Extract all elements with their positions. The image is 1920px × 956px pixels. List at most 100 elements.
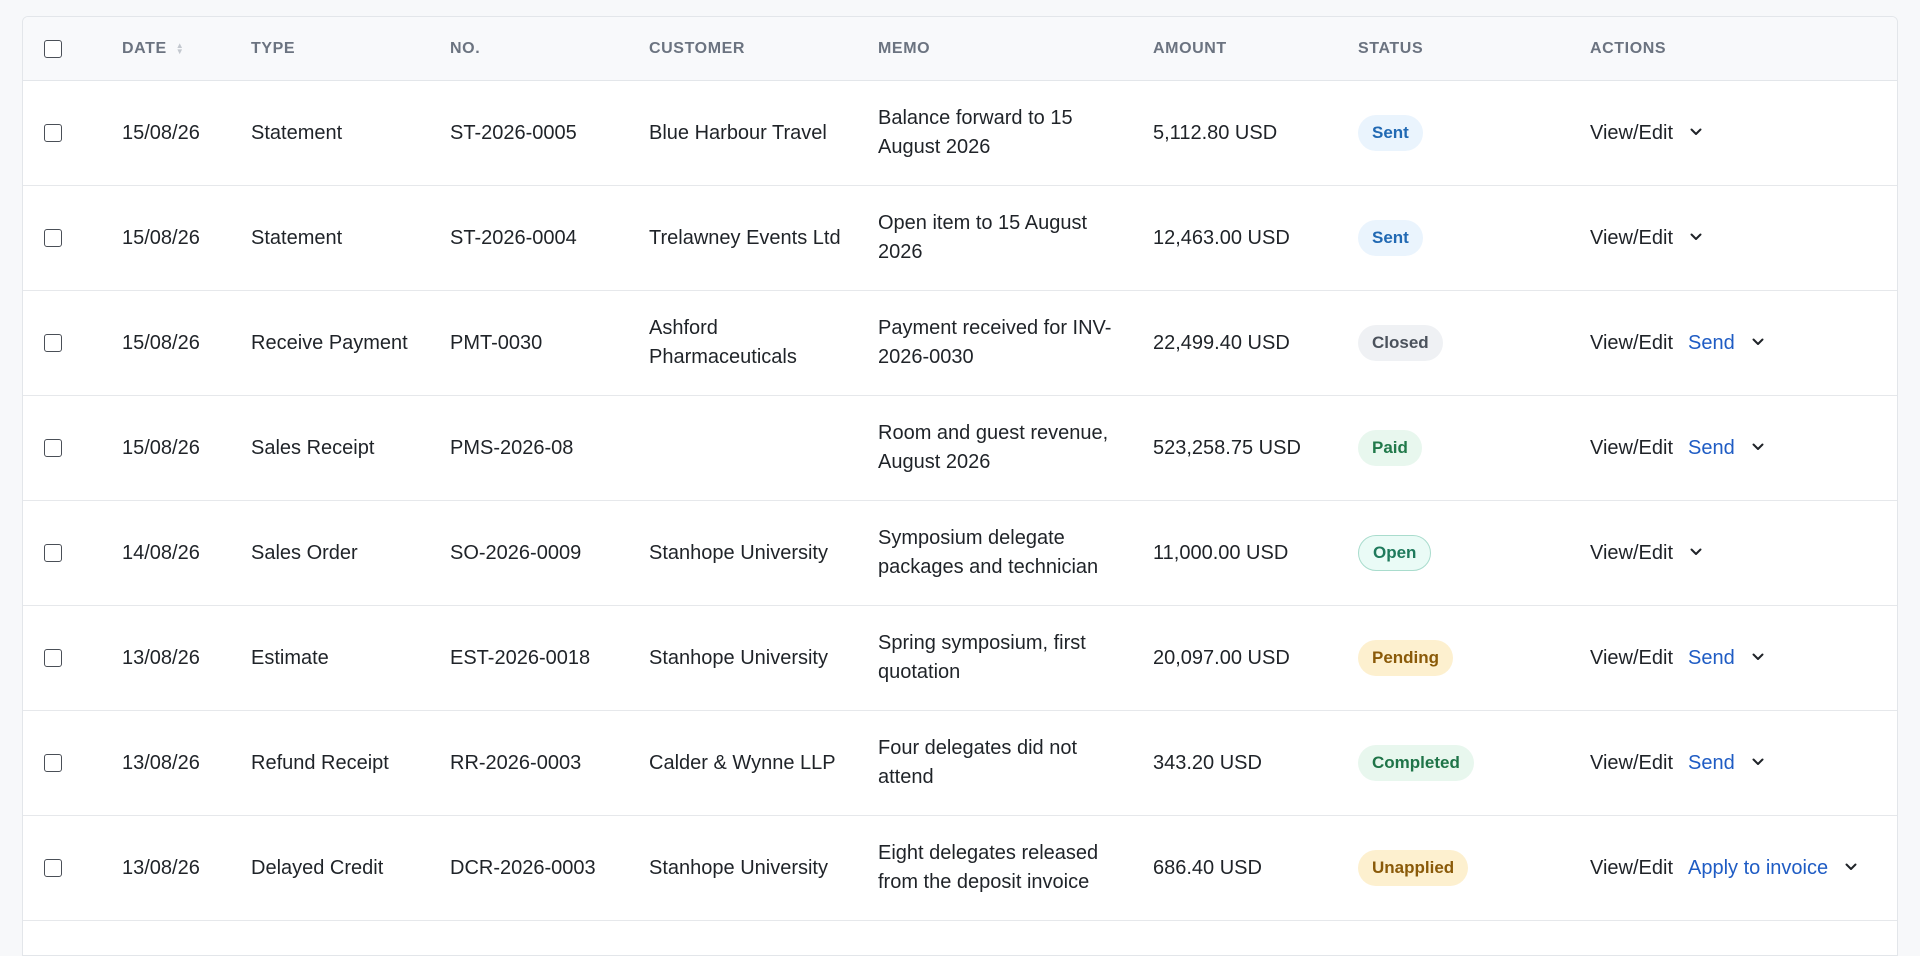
row-select-cell bbox=[44, 186, 74, 290]
view-edit-link[interactable]: View/Edit bbox=[1590, 647, 1673, 670]
table-row: 15/08/26 Statement ST-2026-0005 Blue Harbou… bbox=[23, 81, 1897, 186]
cell-memo: Balance forward to 15 August 2026 bbox=[878, 107, 1073, 158]
row-checkbox[interactable] bbox=[44, 859, 62, 877]
secondary-action-link[interactable]: Apply to invoice bbox=[1688, 857, 1828, 880]
table-row: 14/08/26 Sales Order SO-2026-0009 Stanhope … bbox=[23, 501, 1897, 606]
view-edit-link[interactable]: View/Edit bbox=[1590, 752, 1673, 775]
cell-customer: Stanhope University bbox=[649, 856, 828, 879]
cell-status: Open bbox=[1358, 501, 1432, 605]
chevron-down-icon[interactable] bbox=[1752, 338, 1764, 348]
cell-customer: Blue Harbour Travel bbox=[649, 121, 827, 144]
cell-date: 13/08/26 bbox=[122, 856, 200, 879]
row-checkbox[interactable] bbox=[44, 334, 62, 352]
cell-memo: Payment received for INV-2026-0030 bbox=[878, 317, 1112, 368]
view-edit-link[interactable]: View/Edit bbox=[1590, 227, 1673, 250]
cell-status: Closed bbox=[1358, 291, 1443, 395]
table-row: 15/08/26 Statement ST-2026-0004 Trelawney E… bbox=[23, 186, 1897, 291]
secondary-action-link[interactable]: Send bbox=[1688, 437, 1735, 460]
cell-customer bbox=[649, 396, 849, 500]
table-row: 15/08/26 Sales Receipt PMS-2026-08 Room and… bbox=[23, 396, 1897, 501]
row-select-cell bbox=[44, 816, 74, 920]
chevron-down-icon[interactable] bbox=[1845, 863, 1857, 873]
cell-status: Pending bbox=[1358, 606, 1454, 710]
chevron-down-icon[interactable] bbox=[1690, 548, 1702, 558]
row-checkbox[interactable] bbox=[44, 124, 62, 142]
cell-customer: Calder & Wynne LLP bbox=[649, 751, 836, 774]
view-edit-link[interactable]: View/Edit bbox=[1590, 122, 1673, 145]
cell-no: DCR-2026-0003 bbox=[450, 856, 596, 879]
cell-customer: Ashford Pharmaceuticals bbox=[649, 317, 797, 368]
cell-actions: View/Edit bbox=[1590, 501, 1890, 605]
row-select-cell bbox=[44, 81, 74, 185]
cell-actions: View/Edit bbox=[1590, 81, 1890, 185]
row-select-cell bbox=[44, 606, 74, 710]
select-all-checkbox[interactable] bbox=[44, 39, 62, 58]
sort-icon[interactable]: ▲ ▼ bbox=[176, 41, 185, 55]
cell-memo: Symposium delegate packages and technici… bbox=[878, 527, 1099, 578]
chevron-down-icon[interactable] bbox=[1752, 653, 1764, 663]
status-badge: Unapplied bbox=[1358, 850, 1469, 886]
row-checkbox[interactable] bbox=[44, 754, 62, 772]
row-checkbox[interactable] bbox=[44, 649, 62, 667]
row-select-cell bbox=[44, 291, 74, 395]
cell-no: RR-2026-0003 bbox=[450, 751, 582, 774]
cell-type: Sales Receipt bbox=[251, 436, 375, 459]
cell-amount: 22,499.40 USD bbox=[1153, 331, 1290, 354]
status-badge: Closed bbox=[1358, 325, 1443, 361]
table-row: 13/08/26 Refund Receipt RR-2026-0003 Calder… bbox=[23, 711, 1897, 816]
header-memo: MEMO bbox=[878, 39, 931, 57]
cell-actions: View/Edit Send bbox=[1590, 291, 1890, 395]
cell-no: PMS-2026-08 bbox=[450, 436, 574, 459]
cell-date: 13/08/26 bbox=[122, 751, 200, 774]
header-status: STATUS bbox=[1358, 39, 1424, 57]
cell-type: Statement bbox=[251, 226, 343, 249]
row-checkbox[interactable] bbox=[44, 439, 62, 457]
row-checkbox[interactable] bbox=[44, 544, 62, 562]
cell-type: Statement bbox=[251, 121, 343, 144]
cell-date: 15/08/26 bbox=[122, 226, 200, 249]
cell-type: Receive Payment bbox=[251, 331, 408, 354]
header-amount: AMOUNT bbox=[1153, 39, 1227, 57]
cell-date: 14/08/26 bbox=[122, 541, 200, 564]
view-edit-link[interactable]: View/Edit bbox=[1590, 857, 1673, 880]
header-no: NO. bbox=[450, 39, 481, 57]
table-row: 15/08/26 Receive Payment PMT-0030 Ashford P… bbox=[23, 291, 1897, 396]
secondary-action-link[interactable]: Send bbox=[1688, 752, 1735, 775]
row-checkbox[interactable] bbox=[44, 229, 62, 247]
row-select-cell bbox=[44, 501, 74, 605]
secondary-action-link[interactable]: Send bbox=[1688, 332, 1735, 355]
table-header: DATE ▲ ▼ TYPE NO. CUSTOMER MEMO AMOUNT ST… bbox=[23, 17, 1897, 81]
cell-actions: View/Edit Send bbox=[1590, 606, 1890, 710]
cell-status: Unapplied bbox=[1358, 816, 1469, 920]
secondary-action-link[interactable]: Send bbox=[1688, 647, 1735, 670]
row-select-cell bbox=[44, 396, 74, 500]
cell-memo: Open item to 15 August 2026 bbox=[878, 212, 1088, 263]
cell-no: EST-2026-0018 bbox=[450, 646, 591, 669]
cell-memo: Spring symposium, first quotation bbox=[878, 632, 1086, 683]
cell-amount: 523,258.75 USD bbox=[1153, 436, 1301, 459]
cell-status: Sent bbox=[1358, 81, 1423, 185]
header-date[interactable]: DATE ▲ ▼ bbox=[122, 17, 184, 80]
status-badge: Open bbox=[1358, 535, 1432, 571]
cell-amount: 343.20 USD bbox=[1153, 751, 1262, 774]
chevron-down-icon[interactable] bbox=[1752, 443, 1764, 453]
table-row: 13/08/26 Delayed Credit DCR-2026-0003 Stanh… bbox=[23, 816, 1897, 921]
cell-type: Refund Receipt bbox=[251, 751, 389, 774]
chevron-down-icon[interactable] bbox=[1752, 758, 1764, 768]
header-actions: ACTIONS bbox=[1590, 39, 1667, 57]
cell-customer: Stanhope University bbox=[649, 646, 828, 669]
header-date-label: DATE bbox=[122, 39, 167, 57]
chevron-down-icon[interactable] bbox=[1690, 233, 1702, 243]
table-row: 13/08/26 Estimate EST-2026-0018 Stanhope Un… bbox=[23, 606, 1897, 711]
status-badge: Sent bbox=[1358, 115, 1423, 151]
cell-actions: View/Edit bbox=[1590, 186, 1890, 290]
chevron-down-icon[interactable] bbox=[1690, 128, 1702, 138]
cell-actions: View/Edit Send bbox=[1590, 711, 1890, 815]
status-badge: Paid bbox=[1358, 430, 1422, 466]
view-edit-link[interactable]: View/Edit bbox=[1590, 332, 1673, 355]
view-edit-link[interactable]: View/Edit bbox=[1590, 542, 1673, 565]
view-edit-link[interactable]: View/Edit bbox=[1590, 437, 1673, 460]
cell-no: PMT-0030 bbox=[450, 331, 543, 354]
cell-actions: View/Edit Apply to invoice bbox=[1590, 816, 1890, 920]
cell-date: 15/08/26 bbox=[122, 331, 200, 354]
